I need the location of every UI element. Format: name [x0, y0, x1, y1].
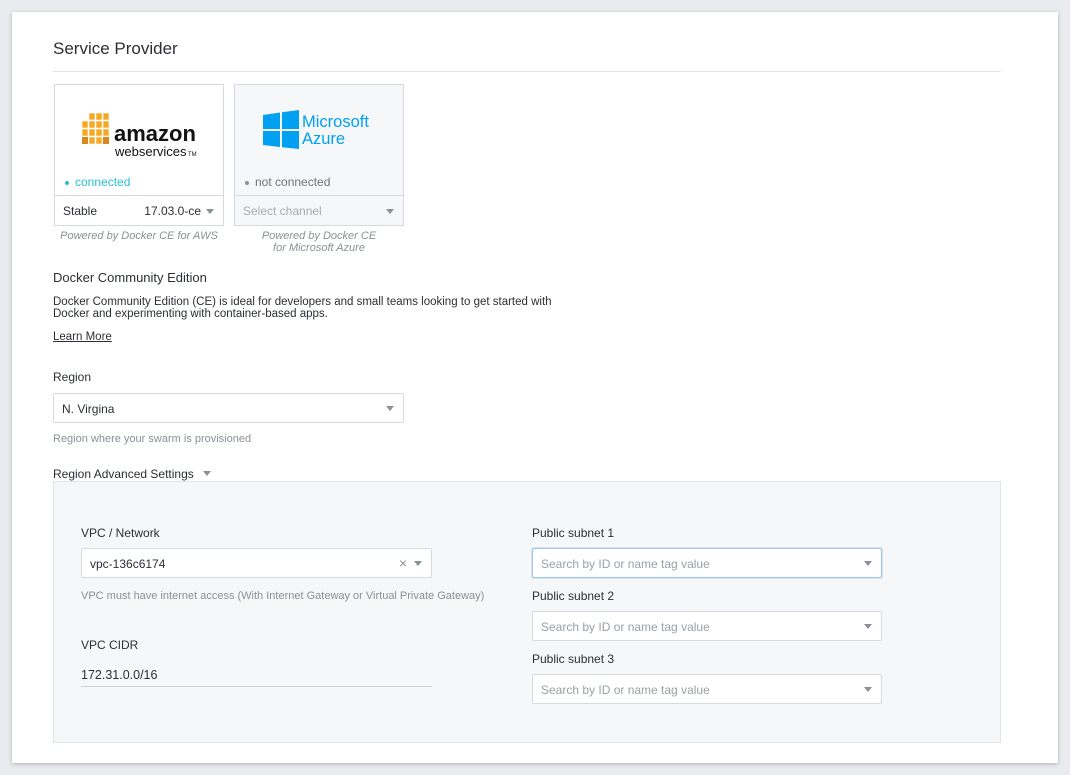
aws-channel-value: 17.03.0-ce [144, 204, 201, 218]
azure-status-text: not connected [255, 175, 331, 189]
provider-tile-azure[interactable]: Microsoft Azure not connected Select cha… [234, 84, 404, 226]
page-title: Service Provider [53, 39, 178, 58]
azure-channel-placeholder: Select channel [243, 204, 322, 218]
vpc-select[interactable]: vpc-136c6174 × [81, 548, 432, 578]
status-dot-icon [65, 180, 69, 185]
chevron-down-icon [203, 471, 212, 476]
region-select[interactable]: N. Virgina [53, 393, 404, 423]
vpc-cidr-underline [81, 686, 432, 687]
svg-text:webservices: webservices [114, 144, 187, 159]
chevron-down-icon [414, 561, 422, 566]
svg-text:amazon: amazon [114, 121, 196, 146]
vpc-cidr-label: VPC CIDR [81, 638, 139, 652]
public-subnet-3-label: Public subnet 3 [532, 652, 615, 666]
edition-heading: Docker Community Edition [53, 270, 207, 285]
close-icon[interactable]: × [399, 555, 407, 571]
public-subnet-3-select[interactable]: Search by ID or name tag value [532, 674, 882, 704]
svg-text:TM: TM [188, 152, 197, 158]
public-subnet-2-placeholder: Search by ID or name tag value [541, 620, 710, 634]
chevron-down-icon [864, 687, 872, 692]
chevron-down-icon [386, 406, 394, 411]
provider-tile-aws[interactable]: amazon webservices TM connected Stable 1… [54, 84, 224, 226]
public-subnet-3-placeholder: Search by ID or name tag value [541, 683, 710, 697]
azure-connection-status: not connected [245, 175, 330, 189]
region-label: Region [53, 370, 92, 384]
title-divider [53, 71, 1001, 72]
chevron-down-icon [864, 561, 872, 566]
azure-logo-icon: Microsoft Azure [235, 85, 403, 171]
region-help: Region where your swarm is provisioned [53, 433, 252, 445]
azure-logo-text: Microsoft Azure [302, 114, 369, 148]
service-provider-card: Service Provider amazon webservices TM c… [12, 12, 1058, 763]
region-advanced-toggle[interactable]: Region Advanced Settings [53, 467, 212, 481]
aws-powered-by: Powered by Docker CE for AWS [60, 230, 218, 242]
vpc-label: VPC / Network [81, 526, 160, 540]
public-subnet-1-label: Public subnet 1 [532, 526, 615, 540]
azure-powered-by: Powered by Docker CE for Microsoft Azure [261, 230, 377, 254]
vpc-cidr-value[interactable]: 172.31.0.0/16 [81, 668, 157, 682]
aws-logo-icon: amazon webservices TM [55, 85, 223, 171]
status-dot-icon [245, 180, 249, 185]
public-subnet-2-label: Public subnet 2 [532, 589, 615, 603]
learn-more-link[interactable]: Learn More [53, 331, 112, 343]
chevron-down-icon [386, 209, 394, 214]
edition-description: Docker Community Edition (CE) is ideal f… [53, 296, 552, 320]
public-subnet-2-select[interactable]: Search by ID or name tag value [532, 611, 882, 641]
chevron-down-icon [864, 624, 872, 629]
vpc-value: vpc-136c6174 [90, 557, 166, 571]
chevron-down-icon [206, 209, 214, 214]
public-subnet-1-placeholder: Search by ID or name tag value [541, 557, 710, 571]
vpc-help: VPC must have internet access (With Inte… [81, 590, 485, 602]
aws-channel-select[interactable]: Stable 17.03.0-ce [55, 195, 223, 225]
aws-connection-status: connected [65, 175, 130, 189]
azure-logo-line2: Azure [302, 130, 346, 148]
region-value: N. Virgina [62, 402, 115, 416]
public-subnet-1-select[interactable]: Search by ID or name tag value [532, 548, 882, 578]
aws-channel-label: Stable [63, 204, 98, 218]
azure-channel-select[interactable]: Select channel [235, 195, 403, 225]
region-advanced-label: Region Advanced Settings [53, 467, 194, 481]
aws-status-text: connected [75, 175, 131, 189]
advanced-settings-panel: VPC / Network vpc-136c6174 × VPC must ha… [53, 481, 1001, 743]
azure-logo-line1: Microsoft [302, 113, 369, 131]
